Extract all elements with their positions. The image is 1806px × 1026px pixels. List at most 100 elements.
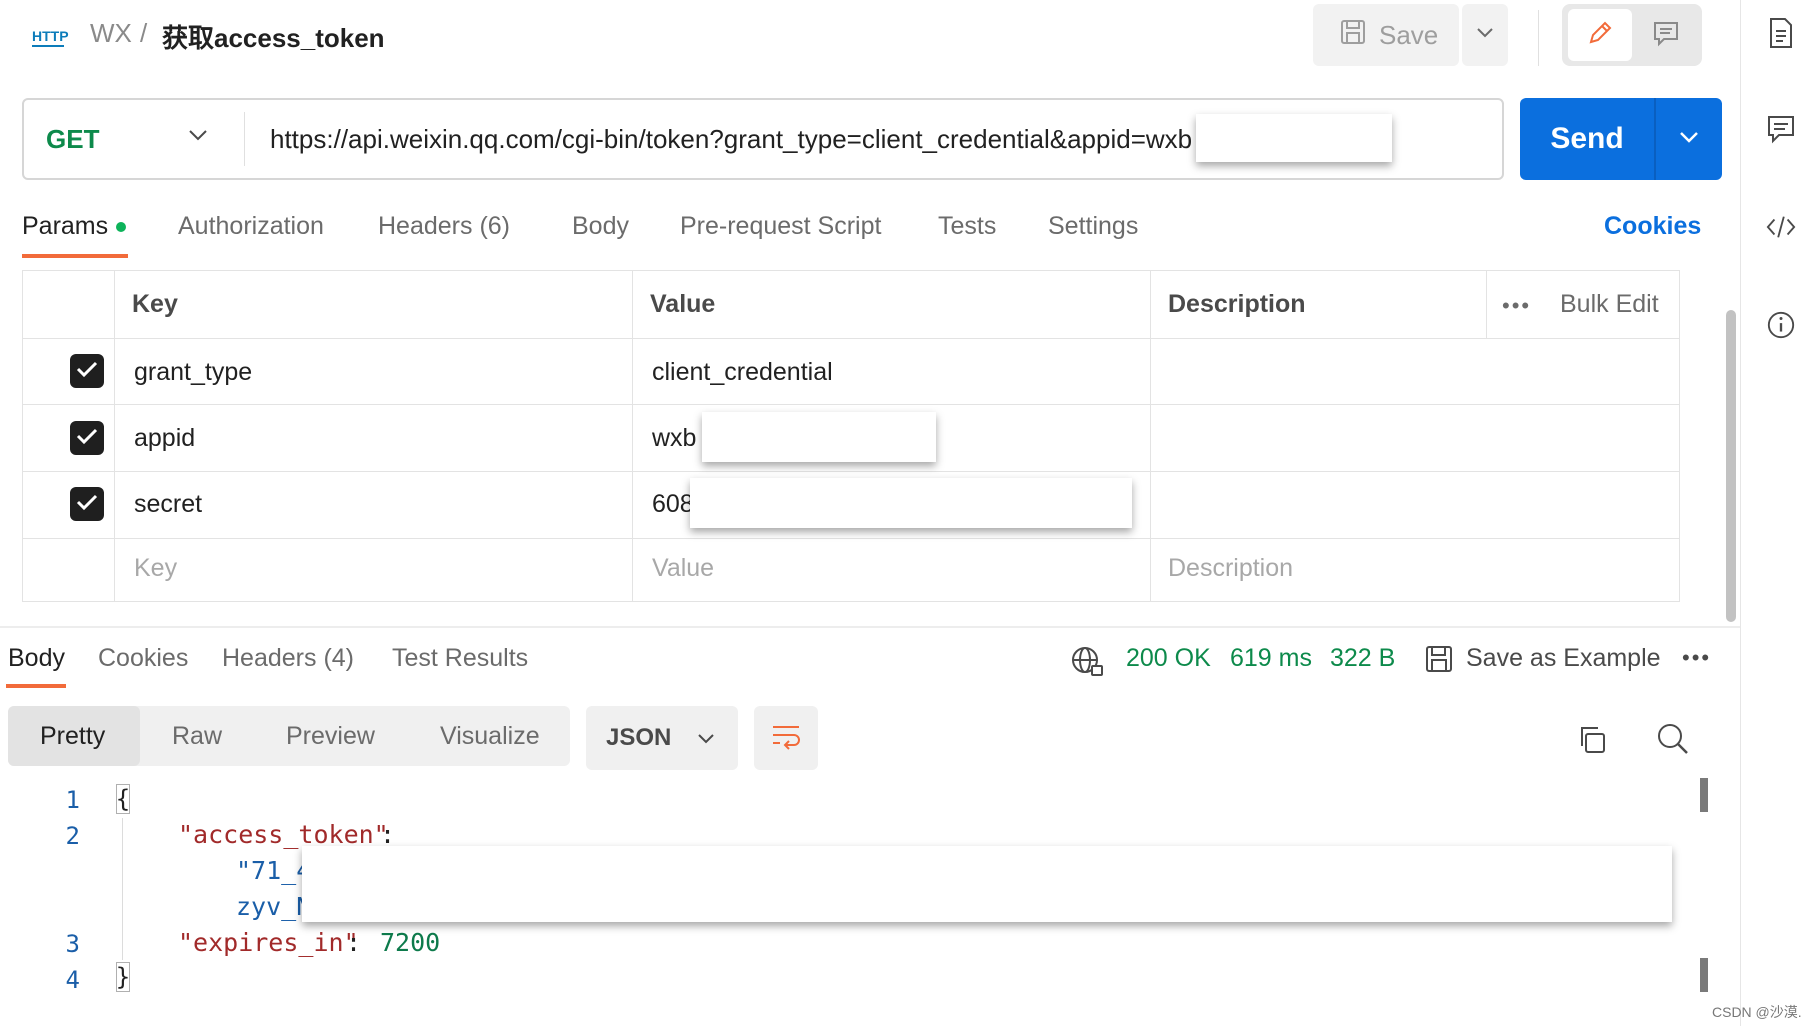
new-param-key-input[interactable]: Key (134, 554, 177, 583)
header-divider (1538, 10, 1539, 66)
checkmark-icon (76, 360, 98, 383)
pencil-icon (1586, 19, 1614, 52)
sidebar-divider (1740, 0, 1741, 1026)
active-tab-indicator (6, 684, 66, 688)
redaction-box (690, 478, 1132, 528)
scrollbar[interactable] (1700, 958, 1708, 992)
new-param-description-input[interactable]: Description (1168, 554, 1293, 583)
json-brace-close: } (115, 962, 131, 992)
redaction-box (702, 412, 936, 462)
redaction-box (1196, 114, 1392, 162)
code-icon[interactable] (1766, 212, 1796, 242)
table-divider (114, 270, 115, 602)
table-divider (632, 270, 633, 602)
response-tab-body[interactable]: Body (8, 644, 65, 673)
tab-pre-request-script[interactable]: Pre-request Script (680, 212, 881, 241)
response-size[interactable]: 322 B (1330, 644, 1395, 673)
line-number: 1 (65, 786, 80, 814)
save-icon[interactable] (1424, 644, 1454, 679)
pane-divider[interactable] (0, 626, 1740, 628)
format-select[interactable]: JSON (586, 706, 738, 770)
checkmark-icon (76, 493, 98, 516)
chevron-down-icon (1476, 26, 1494, 44)
response-tab-headers[interactable]: Headers (4) (222, 644, 354, 673)
breadcrumb-separator: / (140, 18, 148, 48)
bulk-edit-button[interactable]: Bulk Edit (1560, 290, 1659, 319)
param-value[interactable]: 608 (652, 490, 694, 519)
status-code[interactable]: 200 OK (1126, 644, 1211, 673)
scrollbar[interactable] (1700, 778, 1708, 812)
param-value[interactable]: wxb (652, 424, 696, 453)
comment-icon (1652, 19, 1680, 52)
param-key[interactable]: appid (134, 424, 195, 453)
response-tab-cookies[interactable]: Cookies (98, 644, 188, 673)
param-key[interactable]: secret (134, 490, 202, 519)
json-colon: : (346, 928, 377, 957)
url-divider (244, 112, 245, 166)
tab-settings[interactable]: Settings (1048, 212, 1138, 241)
method-select[interactable]: GET (46, 124, 99, 155)
line-number: 4 (65, 966, 80, 994)
wrap-lines-icon (770, 722, 802, 755)
param-checkbox[interactable] (70, 421, 104, 455)
param-checkbox[interactable] (70, 487, 104, 521)
wrap-lines-button[interactable] (754, 706, 818, 770)
more-options-icon[interactable]: ••• (1502, 293, 1531, 319)
send-button[interactable]: Send (1520, 98, 1654, 180)
table-divider (22, 404, 1680, 405)
save-dropdown-button[interactable] (1462, 4, 1508, 66)
tab-params[interactable]: Params (22, 212, 108, 241)
comments-icon[interactable] (1766, 114, 1796, 144)
cookies-link[interactable]: Cookies (1604, 212, 1701, 241)
info-icon[interactable] (1766, 310, 1796, 340)
view-mode-pretty[interactable]: Pretty (40, 722, 105, 751)
json-number-value: 7200 (380, 928, 441, 957)
request-title[interactable]: 获取access_token (162, 18, 385, 55)
column-header-key: Key (132, 290, 178, 318)
save-button[interactable]: Save (1313, 4, 1459, 66)
response-time[interactable]: 619 ms (1230, 644, 1312, 673)
watermark: CSDN @沙漠. (1712, 1004, 1802, 1020)
format-label: JSON (606, 724, 672, 751)
search-icon[interactable] (1656, 722, 1690, 761)
copy-icon[interactable] (1576, 724, 1608, 761)
param-value[interactable]: client_credential (652, 358, 833, 387)
globe-icon[interactable] (1070, 644, 1104, 683)
checkmark-icon (76, 427, 98, 450)
table-divider (22, 471, 1680, 472)
active-tab-indicator (22, 254, 128, 258)
tab-headers[interactable]: Headers (6) (378, 212, 510, 241)
comment-mode-button[interactable] (1636, 9, 1696, 61)
tab-authorization[interactable]: Authorization (178, 212, 324, 241)
save-as-example-button[interactable]: Save as Example (1466, 644, 1661, 673)
column-header-value: Value (650, 290, 716, 318)
chevron-down-icon[interactable] (188, 128, 208, 147)
new-param-value-input[interactable]: Value (652, 554, 714, 583)
tab-tests[interactable]: Tests (938, 212, 996, 241)
json-key: "access_token" (178, 820, 389, 849)
view-mode-visualize[interactable]: Visualize (440, 722, 540, 751)
indent-guide (122, 818, 123, 960)
svg-text:HTTP: HTTP (32, 28, 69, 44)
response-tab-test-results[interactable]: Test Results (392, 644, 528, 673)
tab-body[interactable]: Body (572, 212, 629, 241)
edit-mode-button[interactable] (1568, 9, 1632, 61)
params-indicator (116, 222, 126, 232)
redaction-box (302, 846, 1672, 922)
more-options-icon[interactable]: ••• (1682, 645, 1711, 671)
documentation-icon[interactable] (1766, 18, 1796, 48)
save-icon (1339, 18, 1367, 53)
save-label: Save (1379, 19, 1439, 50)
json-colon: : (380, 820, 396, 849)
view-mode-raw[interactable]: Raw (172, 722, 222, 751)
scrollbar[interactable] (1726, 310, 1736, 622)
send-dropdown-button[interactable] (1656, 98, 1722, 180)
param-checkbox[interactable] (70, 354, 104, 388)
view-mode-preview[interactable]: Preview (286, 722, 375, 751)
http-request-icon: HTTP (30, 22, 70, 52)
param-key[interactable]: grant_type (134, 358, 252, 387)
json-brace-open: { (115, 784, 131, 814)
breadcrumb-collection[interactable]: WX (90, 18, 132, 49)
line-number: 3 (65, 930, 80, 958)
table-divider (1486, 270, 1487, 338)
